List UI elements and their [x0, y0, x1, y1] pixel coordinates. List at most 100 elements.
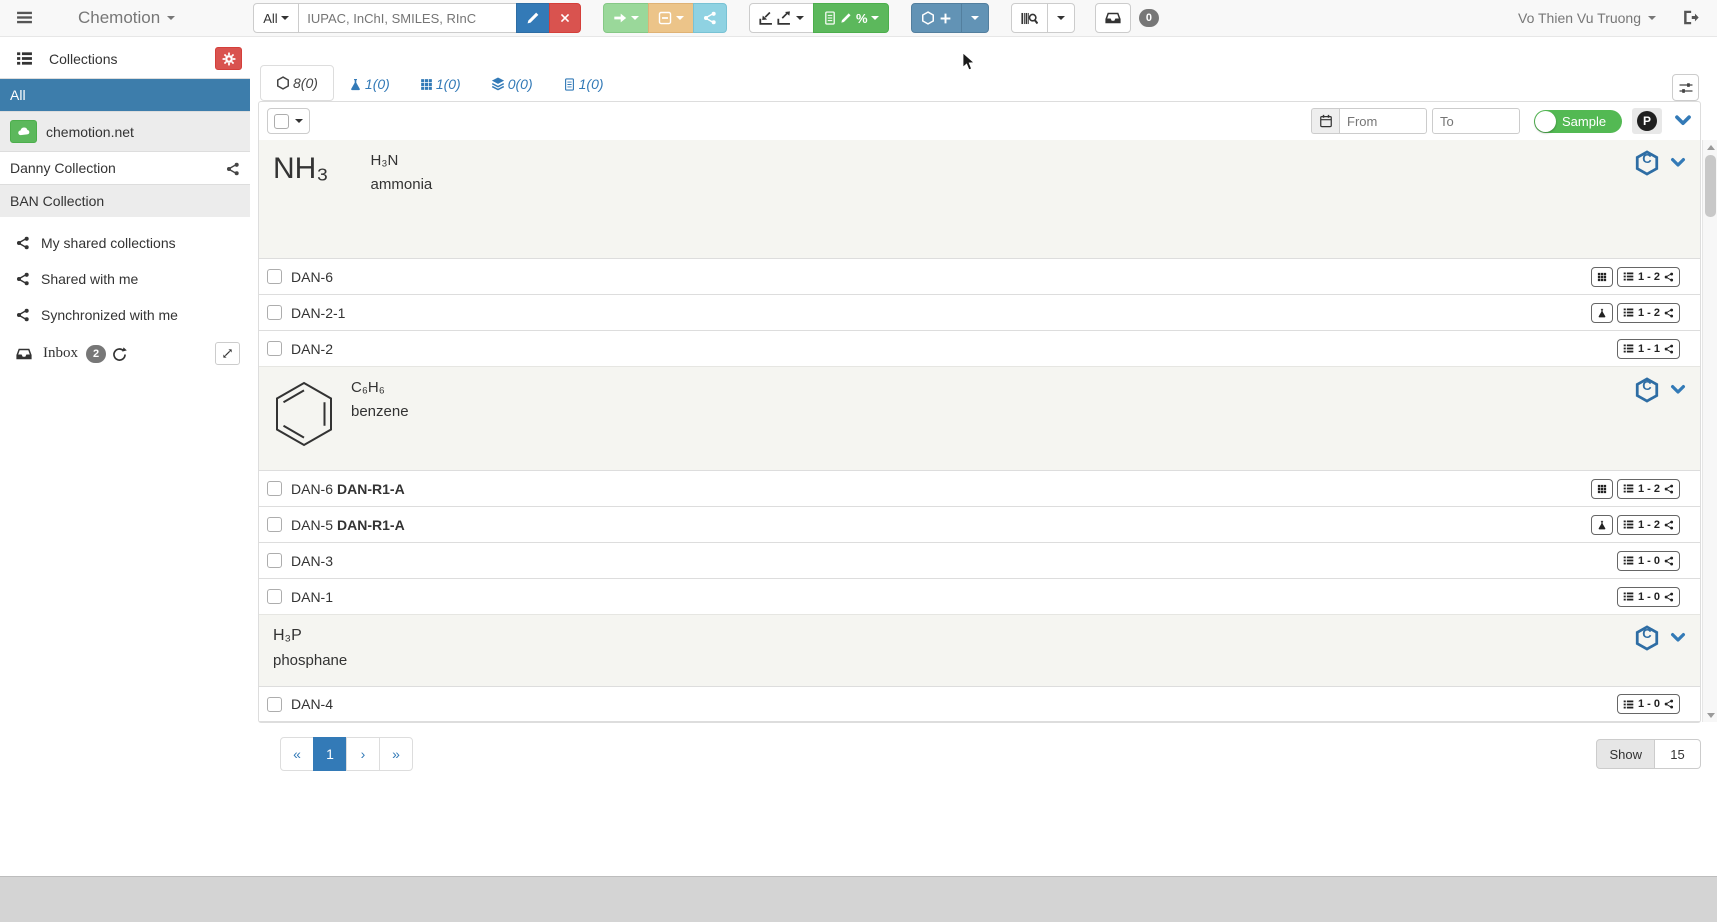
row-checkbox[interactable] [267, 341, 282, 356]
page-size-input[interactable] [1655, 739, 1701, 769]
chevron-down-icon[interactable] [1674, 112, 1692, 130]
molecule-group-header[interactable]: H₃P phosphane C [259, 614, 1700, 686]
clear-search-button[interactable] [549, 3, 581, 33]
tab-samples[interactable]: 8(0) [260, 65, 334, 101]
chevron-down-icon[interactable] [1670, 381, 1686, 399]
sample-row[interactable]: DAN-2-1 1 - 2 [259, 294, 1700, 330]
report-button[interactable]: % [813, 3, 889, 33]
hamburger-menu-icon[interactable] [16, 9, 46, 27]
tab-wellplates[interactable]: 1(0) [405, 67, 476, 101]
list-scrollbar[interactable] [1702, 140, 1717, 722]
row-checkbox[interactable] [267, 305, 282, 320]
sample-row[interactable]: DAN-6 1 - 2 [259, 258, 1700, 294]
scroll-up-arrow[interactable] [1703, 140, 1717, 154]
page-next-button[interactable]: › [346, 737, 380, 771]
molecule-c-icon[interactable]: C [1634, 377, 1660, 403]
date-from-input[interactable] [1339, 108, 1427, 134]
list-icon [16, 50, 33, 67]
share-button[interactable] [693, 3, 727, 33]
molecule-c-icon[interactable]: C [1634, 150, 1660, 176]
collections-settings-button[interactable] [215, 47, 242, 70]
barcode-scan-button[interactable] [1011, 3, 1048, 33]
user-name: Vo Thien Vu Truong [1518, 10, 1641, 26]
refresh-icon[interactable] [112, 345, 127, 362]
analyses-badge[interactable]: 1 - 2 [1617, 267, 1680, 287]
scanner-dropdown[interactable] [1047, 3, 1075, 33]
row-checkbox[interactable] [267, 553, 282, 568]
sidebar-inbox[interactable]: Inbox 2 [0, 333, 250, 374]
user-menu[interactable]: Vo Thien Vu Truong [1518, 10, 1656, 26]
analyses-badge[interactable]: 1 - 1 [1617, 339, 1680, 359]
analyses-badge[interactable]: 1 - 2 [1617, 303, 1680, 323]
scroll-down-arrow[interactable] [1703, 708, 1717, 722]
share-icon [1664, 344, 1674, 354]
sign-out-icon[interactable] [1682, 9, 1699, 27]
remove-from-collection-button[interactable] [648, 3, 694, 33]
tab-reactions[interactable]: 1(0) [334, 67, 405, 101]
analyses-badge[interactable]: 1 - 0 [1617, 694, 1680, 714]
elements-list-panel: 8(0) 1(0) 1(0) 0(0) 1(0) [250, 37, 1717, 771]
product-filter-button[interactable]: P [1632, 108, 1662, 134]
sample-row[interactable]: DAN-6DAN-R1-A 1 - 2 [259, 470, 1700, 506]
row-checkbox[interactable] [267, 481, 282, 496]
reaction-badge[interactable] [1591, 303, 1613, 323]
analyses-badge[interactable]: 1 - 2 [1617, 515, 1680, 535]
molecule-group-header[interactable]: NH₃ H₃N ammonia C [259, 140, 1700, 258]
reaction-badge[interactable] [1591, 515, 1613, 535]
analyses-badge[interactable]: 1 - 2 [1617, 479, 1680, 499]
row-checkbox[interactable] [267, 697, 282, 712]
sample-row[interactable]: DAN-2 1 - 1 [259, 330, 1700, 366]
tab-research-plans[interactable]: 1(0) [548, 67, 619, 101]
inbox-button[interactable] [1095, 3, 1131, 33]
page-current[interactable]: 1 [313, 737, 347, 771]
share-icon [1664, 520, 1674, 530]
page-first-button[interactable]: « [280, 737, 314, 771]
sidebar-link-my-shared-collections[interactable]: My shared collections [0, 225, 250, 261]
search-input[interactable] [299, 3, 517, 33]
sidebar-link-shared-with-me[interactable]: Shared with me [0, 261, 250, 297]
sidebar-item-all[interactable]: All [0, 78, 250, 111]
page-last-button[interactable]: » [379, 737, 413, 771]
wellplate-badge[interactable] [1591, 479, 1613, 499]
scrollbar-thumb[interactable] [1705, 155, 1716, 217]
row-checkbox[interactable] [267, 589, 282, 604]
sample-row[interactable]: DAN-4 1 - 0 [259, 686, 1700, 722]
sidebar-item-ban-collection[interactable]: BAN Collection [0, 184, 250, 217]
element-tabs: 8(0) 1(0) 1(0) 0(0) 1(0) [250, 37, 1717, 101]
share-icon [16, 272, 30, 286]
analyses-badge[interactable]: 1 - 0 [1617, 551, 1680, 571]
list-options-button[interactable] [1672, 74, 1699, 101]
tab-screens[interactable]: 0(0) [476, 67, 548, 101]
select-all-dropdown[interactable] [267, 108, 310, 134]
analyses-badge[interactable]: 1 - 0 [1617, 587, 1680, 607]
sidebar-item-chemotion-net[interactable]: chemotion.net [0, 111, 250, 151]
share-icon[interactable] [226, 160, 240, 176]
create-sample-button[interactable] [911, 3, 962, 33]
molecule-c-icon[interactable]: C [1634, 625, 1660, 651]
create-element-dropdown[interactable] [961, 3, 989, 33]
select-all-checkbox[interactable] [274, 114, 289, 129]
date-to-input[interactable] [1432, 108, 1520, 134]
sidebar-link-synchronized-with-me[interactable]: Synchronized with me [0, 297, 250, 333]
list-icon [1623, 271, 1634, 282]
molecule-group-header[interactable]: C₆H₆ benzene C [259, 366, 1700, 470]
inbox-fullscreen-button[interactable] [215, 342, 240, 365]
wellplate-badge[interactable] [1591, 267, 1613, 287]
expand-icon [222, 348, 233, 359]
sample-mode-toggle[interactable]: Sample [1534, 110, 1622, 133]
sidebar-item-danny-collection[interactable]: Danny Collection [0, 151, 250, 184]
chevron-down-icon[interactable] [1670, 154, 1686, 172]
import-export-button[interactable] [749, 3, 814, 33]
row-checkbox[interactable] [267, 269, 282, 284]
navbar-right: Vo Thien Vu Truong [1518, 9, 1717, 27]
chevron-down-icon[interactable] [1670, 629, 1686, 647]
sample-row[interactable]: DAN-1 1 - 0 [259, 578, 1700, 614]
sample-row[interactable]: DAN-5DAN-R1-A 1 - 2 [259, 506, 1700, 542]
sample-row[interactable]: DAN-3 1 - 0 [259, 542, 1700, 578]
row-checkbox[interactable] [267, 517, 282, 532]
search-scope-button[interactable]: All [253, 3, 299, 33]
move-to-collection-button[interactable] [603, 3, 649, 33]
structure-search-button[interactable] [516, 3, 550, 33]
show-button[interactable]: Show [1596, 739, 1655, 769]
brand-menu[interactable]: Chemotion [78, 8, 175, 28]
